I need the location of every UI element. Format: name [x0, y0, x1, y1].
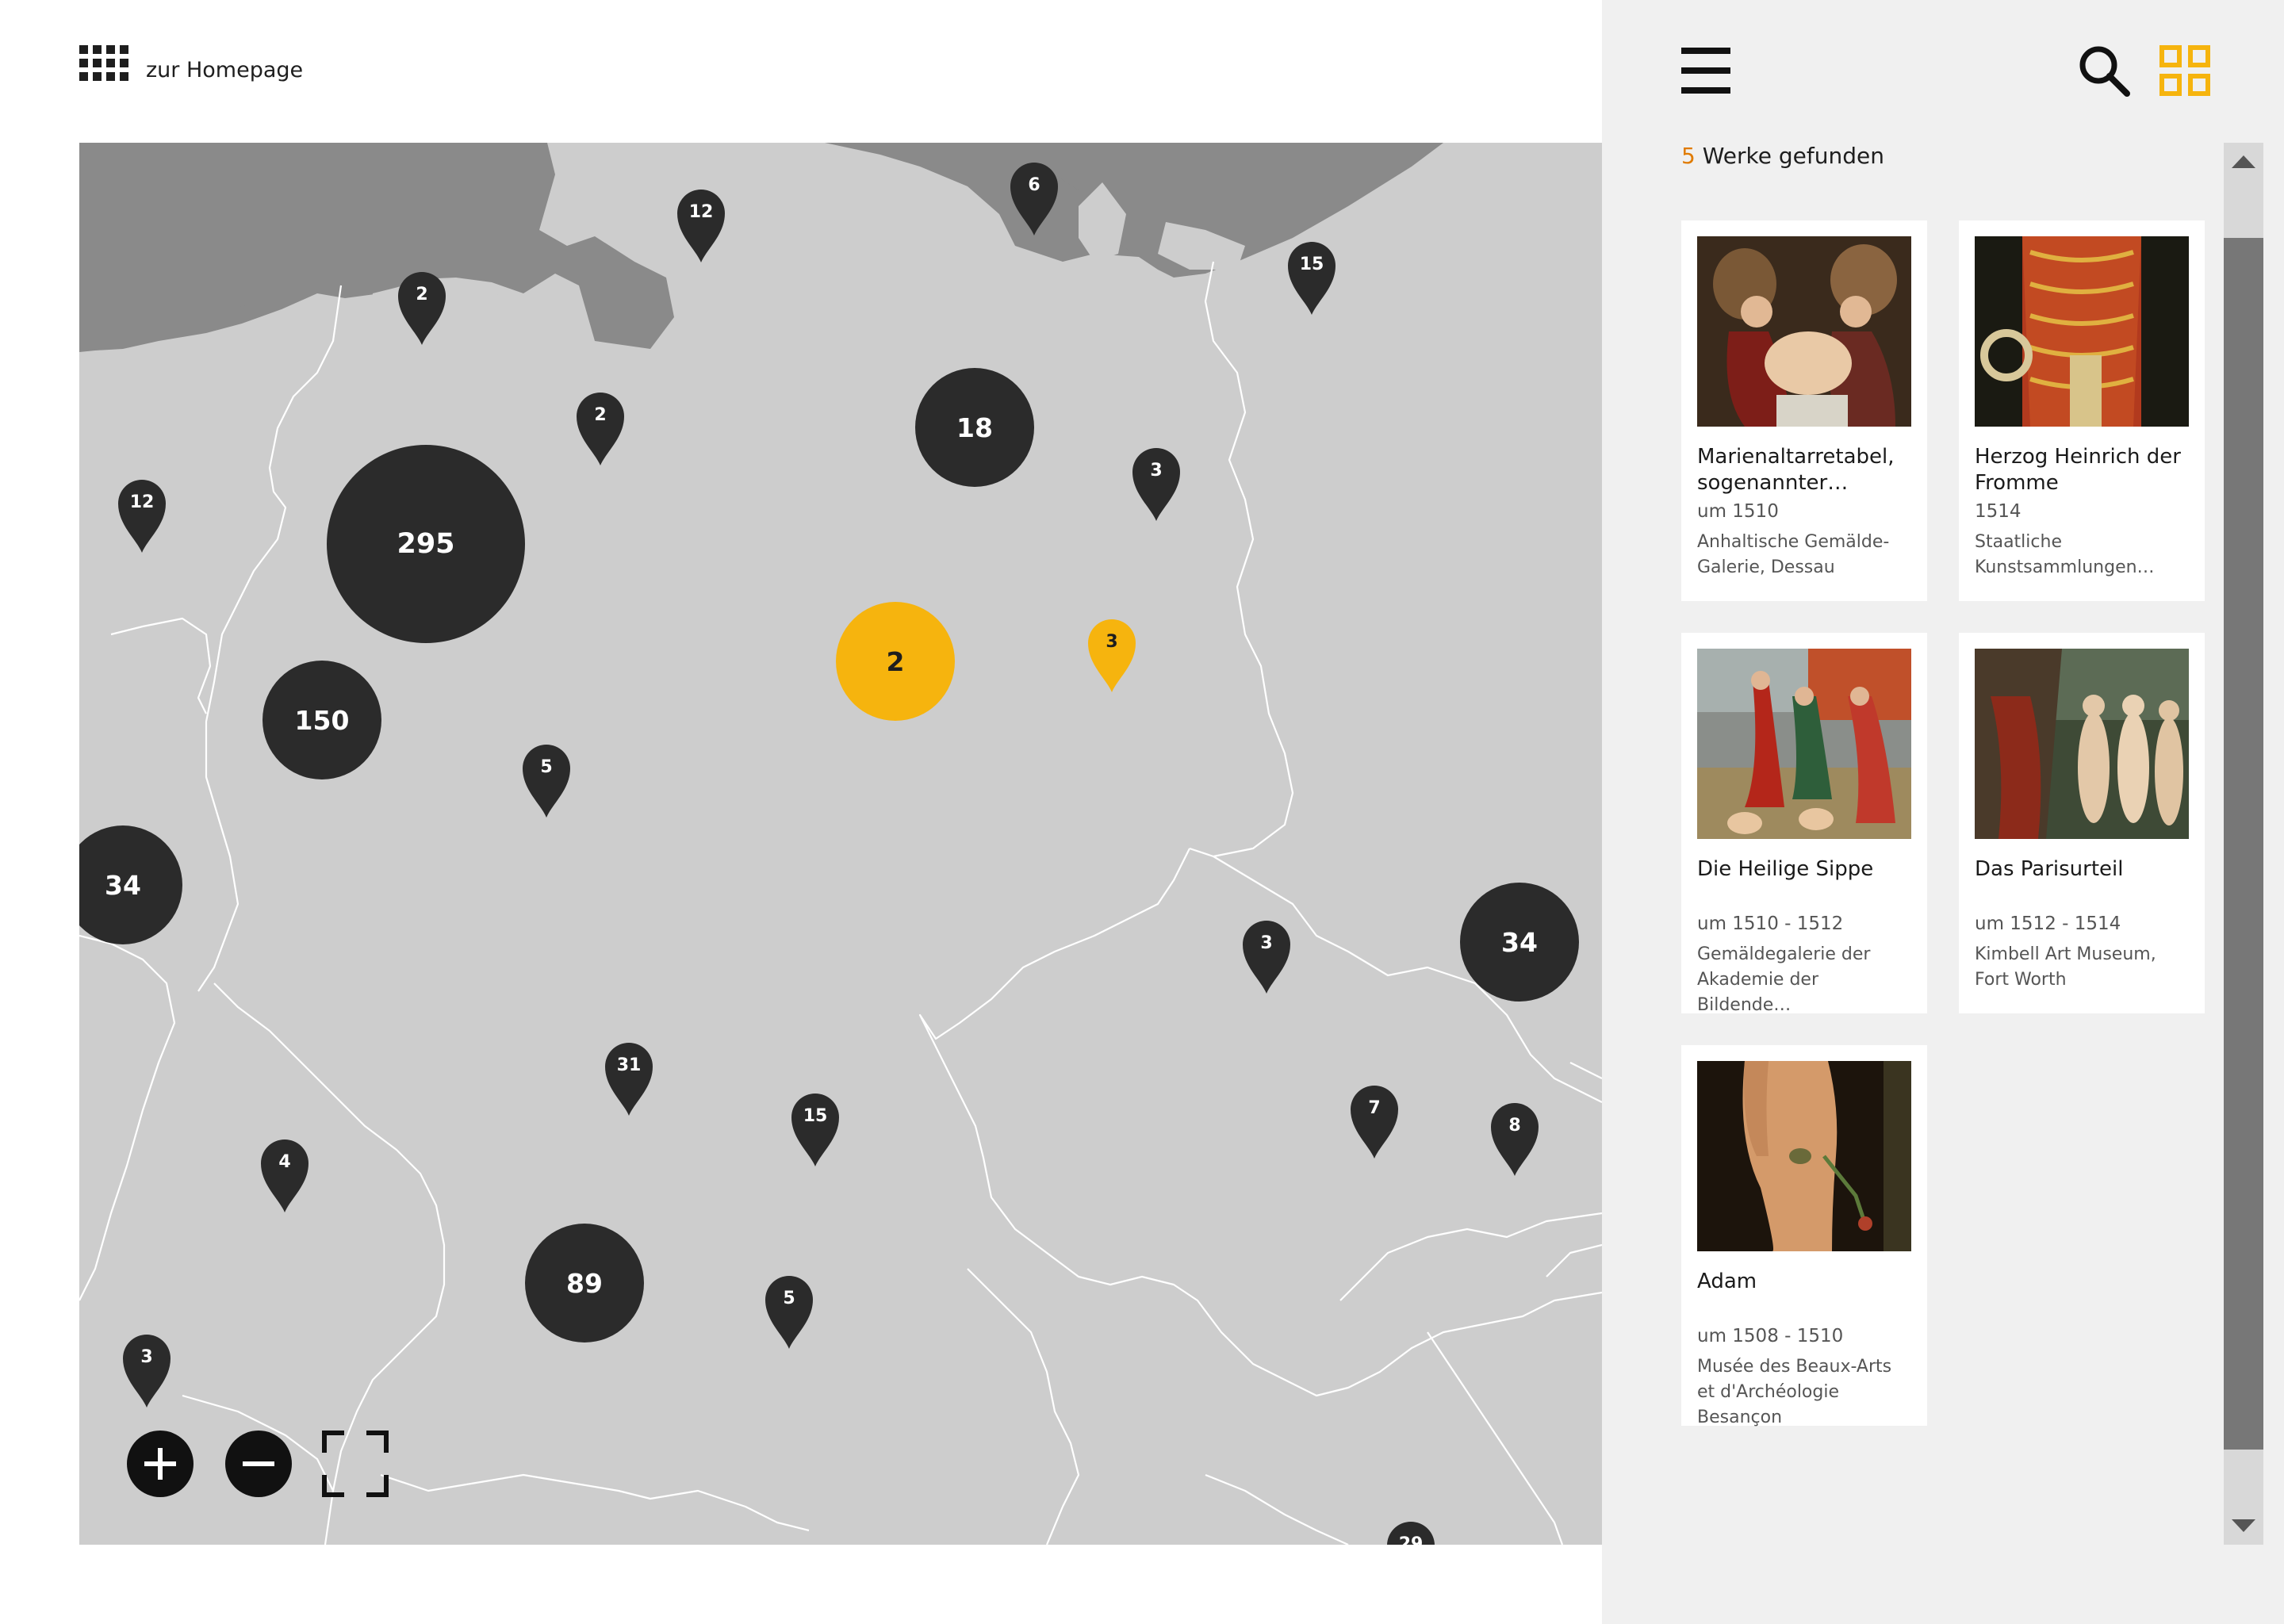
pin-count: 3	[1260, 933, 1273, 953]
artwork-date: um 1510	[1697, 501, 1779, 522]
scroll-up-button[interactable]	[2224, 143, 2263, 182]
artwork-location: Staatliche Kunstsammlungen…	[1975, 532, 2155, 577]
artwork-title: Das Parisurteil	[1975, 857, 2124, 881]
pin-count: 15	[1299, 254, 1324, 274]
map-cluster[interactable]: 89	[525, 1224, 644, 1342]
artwork-thumbnail	[1975, 649, 2189, 839]
map-pin[interactable]: 8	[1489, 1099, 1541, 1177]
pin-count: 4	[278, 1151, 291, 1172]
pin-count: 3	[1106, 631, 1118, 652]
map-pin[interactable]: 31	[603, 1039, 655, 1116]
map-cluster-selected[interactable]: 2	[836, 602, 955, 721]
grid-view-button[interactable]	[2159, 44, 2211, 97]
artwork-title: Herzog Heinrich der Fromme	[1975, 445, 2181, 495]
artwork-thumbnail	[1697, 236, 1911, 427]
map-pin[interactable]: 5	[763, 1272, 815, 1350]
menu-button[interactable]	[1681, 46, 1730, 95]
map-pin-selected[interactable]: 3	[1086, 615, 1138, 693]
zoom-out-button[interactable]	[225, 1431, 292, 1497]
pin-count: 29	[1398, 1534, 1424, 1545]
pin-count: 12	[129, 492, 155, 512]
map-pin[interactable]: 7	[1348, 1082, 1401, 1159]
map-pin[interactable]: 5	[520, 741, 573, 818]
artwork-title: Adam	[1697, 1270, 1757, 1293]
artwork-location: Musée des Beaux-Arts et d'Archéologie Be…	[1697, 1357, 1892, 1427]
pin-count: 8	[1508, 1115, 1521, 1136]
pin-count: 3	[1150, 460, 1163, 481]
artwork-card[interactable]: Marienaltarretabel, sogenannter… um 1510…	[1681, 220, 1927, 601]
search-button[interactable]	[2078, 44, 2130, 97]
scroll-thumb[interactable]	[2224, 238, 2263, 1450]
artwork-card[interactable]: Adam um 1508 - 1510 Musée des Beaux-Arts…	[1681, 1045, 1927, 1427]
artwork-card[interactable]: Herzog Heinrich der Fromme 1514 Staatlic…	[1959, 220, 2205, 601]
app-grid-icon	[79, 45, 128, 94]
arrow-up-icon	[2232, 155, 2255, 168]
map-pin[interactable]: 2	[396, 268, 448, 346]
map-pin[interactable]: 15	[789, 1090, 841, 1167]
artwork-date: um 1510 - 1512	[1697, 914, 1844, 934]
artwork-card[interactable]: Die Heilige Sippe um 1510 - 1512 Gemälde…	[1681, 633, 1927, 1015]
pin-count: 5	[783, 1288, 795, 1308]
map-pin[interactable]: 4	[259, 1136, 311, 1213]
pin-count: 2	[594, 404, 607, 425]
artwork-title: Die Heilige Sippe	[1697, 857, 1874, 881]
artwork-title: Marienaltarretabel, sogenannter…	[1697, 445, 1895, 495]
scroll-down-button[interactable]	[2224, 1505, 2263, 1545]
artwork-location: Anhaltische Gemälde-Galerie, Dessau	[1697, 532, 1890, 577]
map-cluster[interactable]: 295	[327, 445, 525, 643]
pin-count: 6	[1028, 174, 1040, 195]
hamburger-icon	[1681, 48, 1730, 94]
pin-count: 12	[688, 201, 714, 222]
pin-count: 2	[416, 284, 428, 304]
artwork-card[interactable]: Das Parisurteil um 1512 - 1514 Kimbell A…	[1959, 633, 2205, 1013]
artwork-date: um 1512 - 1514	[1975, 914, 2121, 934]
map-cluster[interactable]: 18	[915, 368, 1034, 487]
artwork-location: Gemäldegalerie der Akademie der Bildende…	[1697, 944, 1871, 1015]
fullscreen-button[interactable]	[320, 1429, 390, 1499]
map-pin[interactable]: 29	[1385, 1518, 1437, 1545]
fullscreen-icon	[320, 1429, 390, 1499]
map-cluster[interactable]: 150	[263, 661, 381, 779]
map-pin[interactable]: 3	[121, 1331, 173, 1408]
home-link-label: zur Homepage	[146, 57, 304, 82]
home-link[interactable]: zur Homepage	[79, 44, 303, 95]
map-view[interactable]: 295 150 18 2 34 34 89 12 6 15 2 2 12 3 3…	[79, 143, 1602, 1545]
pin-count: 7	[1368, 1097, 1381, 1118]
map-pin[interactable]: 2	[574, 389, 627, 466]
zoom-in-button[interactable]	[127, 1431, 194, 1497]
result-count: 5 Werke gefunden	[1681, 143, 1884, 169]
map-pin[interactable]: 3	[1240, 917, 1293, 994]
map-pin[interactable]: 3	[1130, 444, 1182, 522]
map-base	[79, 143, 1602, 1545]
map-pin[interactable]: 12	[116, 476, 168, 553]
results-scrollbar[interactable]	[2224, 143, 2263, 1545]
artwork-location: Kimbell Art Museum, Fort Worth	[1975, 944, 2156, 990]
artwork-thumbnail	[1697, 649, 1911, 839]
map-pin[interactable]: 15	[1286, 238, 1338, 316]
pin-count: 31	[616, 1055, 642, 1075]
artwork-thumbnail	[1697, 1061, 1911, 1251]
minus-icon	[243, 1461, 274, 1466]
artwork-date: um 1508 - 1510	[1697, 1326, 1844, 1346]
map-pin[interactable]: 6	[1008, 159, 1060, 236]
pin-count: 3	[140, 1346, 153, 1367]
artwork-date: 1514	[1975, 501, 2021, 522]
pin-count: 5	[540, 756, 553, 777]
plus-icon	[144, 1448, 176, 1480]
artwork-thumbnail	[1975, 236, 2189, 427]
result-count-number: 5	[1681, 143, 1696, 169]
map-pin[interactable]: 12	[675, 186, 727, 263]
search-icon	[2079, 46, 2130, 97]
grid-view-icon	[2159, 45, 2210, 96]
result-count-label: Werke gefunden	[1695, 143, 1884, 169]
results-grid: Marienaltarretabel, sogenannter… um 1510…	[1681, 220, 2221, 1427]
arrow-down-icon	[2232, 1519, 2255, 1532]
results-sidebar: 5 Werke gefunden Marienaltarretabel, sog…	[1602, 0, 2284, 1624]
map-cluster[interactable]: 34	[1460, 883, 1579, 1002]
pin-count: 15	[803, 1105, 828, 1126]
